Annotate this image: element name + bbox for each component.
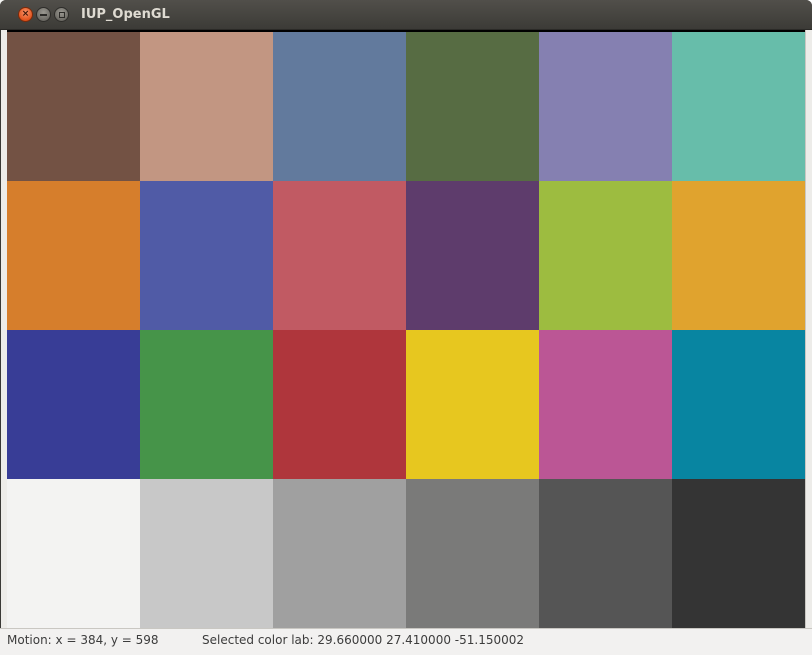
color-swatch-cyan[interactable]	[672, 330, 805, 479]
color-swatch-orange[interactable]	[7, 181, 140, 330]
maximize-icon	[58, 11, 65, 18]
color-swatch-yellow[interactable]	[406, 330, 539, 479]
color-swatch-bluish-green[interactable]	[672, 32, 805, 181]
close-button[interactable]: ×	[18, 7, 33, 22]
color-swatch-foliage[interactable]	[406, 32, 539, 181]
color-swatch-orange-yellow[interactable]	[672, 181, 805, 330]
color-swatch-dark-skin[interactable]	[7, 32, 140, 181]
color-swatch-yellow-green[interactable]	[539, 181, 672, 330]
color-swatch-neutral-5[interactable]	[406, 479, 539, 628]
maximize-button[interactable]	[54, 7, 69, 22]
motion-status: Motion: x = 384, y = 598	[7, 633, 159, 647]
color-swatch-light-skin[interactable]	[140, 32, 273, 181]
window-right-border	[805, 30, 812, 628]
color-checker-grid	[7, 32, 805, 628]
title-bar[interactable]: × IUP_OpenGL	[0, 0, 812, 30]
minimize-button[interactable]	[36, 7, 51, 22]
color-swatch-purple[interactable]	[406, 181, 539, 330]
color-swatch-white[interactable]	[7, 479, 140, 628]
color-swatch-neutral-8[interactable]	[140, 479, 273, 628]
opengl-canvas[interactable]	[7, 30, 805, 628]
selected-color-lab-status: Selected color lab: 29.660000 27.410000 …	[202, 633, 524, 647]
color-swatch-red[interactable]	[273, 330, 406, 479]
color-swatch-green[interactable]	[140, 330, 273, 479]
color-swatch-neutral-6-5[interactable]	[273, 479, 406, 628]
color-swatch-moderate-red[interactable]	[273, 181, 406, 330]
color-swatch-blue-sky[interactable]	[273, 32, 406, 181]
color-swatch-black[interactable]	[672, 479, 805, 628]
color-swatch-neutral-3-5[interactable]	[539, 479, 672, 628]
status-bar: Motion: x = 384, y = 598 Selected color …	[0, 628, 812, 655]
close-icon: ×	[21, 9, 30, 19]
color-swatch-blue-flower[interactable]	[539, 32, 672, 181]
iup-opengl-window: × IUP_OpenGL Motion: x = 384, y = 598 Se…	[0, 0, 812, 655]
window-title: IUP_OpenGL	[81, 7, 170, 22]
minimize-icon	[40, 13, 47, 16]
color-swatch-blue[interactable]	[7, 330, 140, 479]
color-swatch-purplish-blue[interactable]	[140, 181, 273, 330]
color-swatch-magenta[interactable]	[539, 330, 672, 479]
